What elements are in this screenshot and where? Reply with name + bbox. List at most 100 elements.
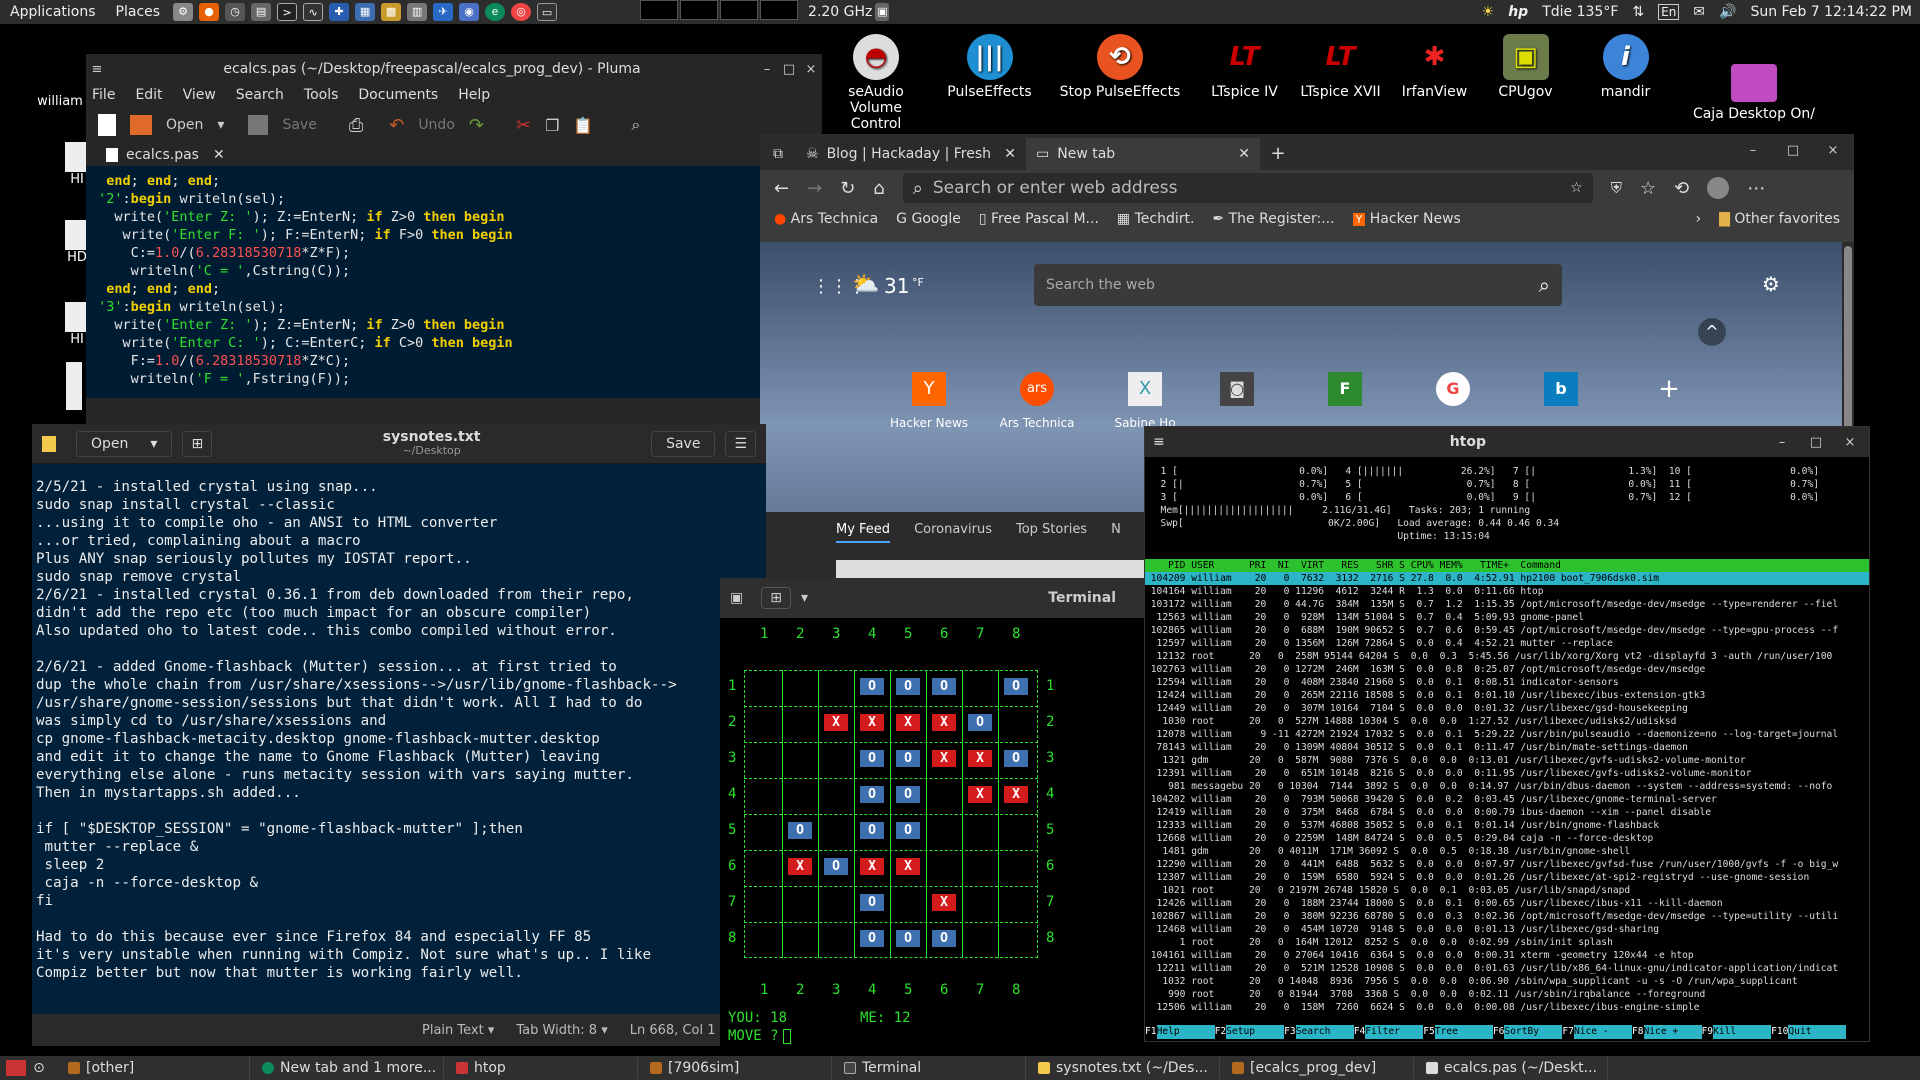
board-piece-x[interactable]: X bbox=[932, 714, 956, 731]
display-launcher-icon[interactable]: ▦ bbox=[355, 3, 376, 21]
board-piece-o[interactable]: O bbox=[788, 822, 812, 839]
window-menu-icon[interactable]: ≡ bbox=[1153, 434, 1165, 450]
clock[interactable]: Sun Feb 7 12:14:22 PM bbox=[1750, 4, 1912, 20]
open-button[interactable]: Open ▾ bbox=[76, 430, 173, 457]
board-piece-o[interactable]: O bbox=[860, 822, 884, 839]
undo-button[interactable]: Undo bbox=[418, 117, 455, 133]
history-icon[interactable]: ⟲ bbox=[1674, 178, 1689, 199]
desktop-icon-volume-control[interactable]: ◓ seAudio Volume Control bbox=[824, 34, 928, 132]
volume-icon[interactable]: 🔊 bbox=[1719, 4, 1736, 20]
desktop-icon-ltspice-xvii[interactable]: LT LTspice XVII bbox=[1288, 34, 1393, 100]
fav-techdirt[interactable]: ▦ Techdirt. bbox=[1117, 211, 1195, 227]
open-folder-icon[interactable] bbox=[130, 115, 152, 135]
favorites-icon[interactable]: ☆ bbox=[1640, 178, 1656, 199]
menu-search[interactable]: Search bbox=[236, 87, 284, 103]
board-piece-o[interactable]: O bbox=[860, 678, 884, 695]
task-edge[interactable]: New tab and 1 more... bbox=[252, 1057, 444, 1079]
menu-tools[interactable]: Tools bbox=[304, 87, 339, 103]
desktop-icon-home[interactable]: william bbox=[30, 94, 90, 109]
fkey-action[interactable]: Quit bbox=[1788, 1025, 1847, 1039]
shield-icon[interactable]: ⛨ bbox=[1611, 179, 1622, 197]
close-button[interactable]: × bbox=[800, 62, 822, 77]
board-piece-x[interactable]: X bbox=[1004, 786, 1028, 803]
maximize-button[interactable]: □ bbox=[1805, 435, 1827, 450]
language-selector[interactable]: Plain Text ▾ bbox=[422, 1023, 494, 1038]
save-button[interactable]: Save bbox=[651, 430, 716, 457]
board-piece-x[interactable]: X bbox=[896, 714, 920, 731]
network-launcher-icon[interactable]: ✚ bbox=[329, 3, 350, 21]
desktop-icon-pulseeffects[interactable]: ||| PulseEffects bbox=[937, 34, 1042, 100]
screen-launcher-icon[interactable]: ▭ bbox=[537, 3, 558, 21]
fav-ars-technica[interactable]: ● Ars Technica bbox=[774, 211, 878, 227]
fkey-action[interactable]: Help bbox=[1156, 1025, 1215, 1039]
task-ecalcs-folder[interactable]: [ecalcs_prog_dev] bbox=[1222, 1057, 1414, 1079]
tab-actions-icon[interactable]: ⧉ bbox=[760, 146, 796, 170]
settings-launcher-icon[interactable]: ⚙ bbox=[173, 3, 194, 21]
board-piece-o[interactable]: O bbox=[860, 894, 884, 911]
board-piece-o[interactable]: O bbox=[1004, 750, 1028, 767]
fav-google[interactable]: G Google bbox=[896, 211, 961, 227]
fkey-action[interactable]: Filter bbox=[1365, 1025, 1424, 1039]
fkey-action[interactable]: Search bbox=[1295, 1025, 1354, 1039]
open-button[interactable]: Open bbox=[166, 117, 203, 133]
temp-readout[interactable]: Tdie 135°F bbox=[1542, 4, 1618, 20]
board-piece-o[interactable]: O bbox=[932, 678, 956, 695]
chevron-down-icon[interactable]: ▾ bbox=[217, 117, 224, 133]
tile-sabine[interactable]: X Sabine Ho bbox=[1104, 372, 1186, 430]
network-arrows-icon[interactable]: ⇅ bbox=[1632, 4, 1644, 20]
paste-icon[interactable]: 📋 bbox=[573, 116, 593, 135]
menu-help[interactable]: Help bbox=[458, 87, 490, 103]
back-icon[interactable]: ← bbox=[774, 178, 789, 199]
applications-menu[interactable]: Applications bbox=[0, 4, 106, 20]
save-button[interactable]: Save bbox=[282, 117, 316, 133]
weather-cloud-icon[interactable]: ⛅ bbox=[852, 272, 879, 297]
add-tile-button[interactable]: + bbox=[1652, 372, 1686, 406]
tile-camera-icon[interactable]: ◙ bbox=[1220, 372, 1254, 406]
collapse-button[interactable]: ^ bbox=[1698, 318, 1726, 346]
add-favorite-icon[interactable]: ☆ bbox=[1570, 180, 1583, 196]
tab-close-icon[interactable]: ✕ bbox=[1238, 146, 1250, 162]
fkey-action[interactable]: Tree bbox=[1434, 1025, 1493, 1039]
fkey-action[interactable]: Nice - bbox=[1573, 1025, 1632, 1039]
board-piece-o[interactable]: O bbox=[968, 714, 992, 731]
address-bar[interactable]: ⌕ Search or enter web address ☆ bbox=[902, 173, 1593, 203]
tile-bing-icon[interactable]: b bbox=[1544, 372, 1578, 406]
fkey-action[interactable]: SortBy bbox=[1504, 1025, 1563, 1039]
new-tab-icon[interactable]: ⊞ bbox=[182, 430, 213, 457]
profile-avatar[interactable] bbox=[1707, 177, 1730, 199]
board-piece-o[interactable]: O bbox=[860, 930, 884, 947]
minimize-button[interactable]: – bbox=[1742, 143, 1764, 170]
minimize-button[interactable]: – bbox=[756, 62, 778, 77]
htop-selected-row[interactable]: 104209 william 20 0 7632 3132 2716 S 27.… bbox=[1145, 572, 1869, 585]
htop-process-list[interactable]: 104164 william 20 0 11296 4612 3244 R 1.… bbox=[1145, 585, 1869, 1025]
pluma-tab[interactable]: ecalcs.pas ✕ bbox=[86, 144, 822, 166]
edge-launcher-icon[interactable]: e bbox=[485, 3, 506, 21]
menu-view[interactable]: View bbox=[183, 87, 216, 103]
window-menu-icon[interactable]: ≡ bbox=[86, 62, 108, 77]
tab-more[interactable]: N bbox=[1111, 522, 1121, 543]
move-prompt[interactable]: MOVE ? bbox=[728, 1028, 791, 1044]
jet-launcher-icon[interactable]: ✈ bbox=[433, 3, 454, 21]
undo-icon[interactable]: ↶ bbox=[389, 115, 404, 136]
close-button[interactable]: × bbox=[1839, 435, 1861, 450]
calculator-launcher-icon[interactable]: ▥ bbox=[407, 3, 428, 21]
home-icon[interactable]: ⌂ bbox=[873, 178, 884, 199]
htop-titlebar[interactable]: ≡ htop – □ × bbox=[1145, 427, 1869, 457]
board-piece-x[interactable]: X bbox=[932, 750, 956, 767]
terminal-headerbar[interactable]: ▣ ⊞ ▾ Terminal bbox=[720, 578, 1146, 618]
desktop-icon-mandir[interactable]: i mandir bbox=[1573, 34, 1678, 100]
menu-file[interactable]: File bbox=[92, 87, 115, 103]
hp-icon[interactable]: hp bbox=[1508, 4, 1528, 20]
archive-launcher-icon[interactable]: ▩ bbox=[381, 3, 402, 21]
cut-icon[interactable]: ✂ bbox=[516, 115, 531, 136]
new-tab-button[interactable]: + bbox=[1260, 143, 1296, 170]
board-piece-x[interactable]: X bbox=[932, 894, 956, 911]
board-piece-x[interactable]: X bbox=[824, 714, 848, 731]
firefox-launcher-icon[interactable]: ● bbox=[199, 3, 220, 21]
disk-launcher-icon[interactable]: ◉ bbox=[459, 3, 480, 21]
pluma-editor[interactable]: end; end; end; '2':begin writeln(sel); w… bbox=[86, 166, 822, 398]
tab-my-feed[interactable]: My Feed bbox=[836, 522, 891, 543]
print-icon[interactable]: ⎙ bbox=[349, 115, 363, 136]
board-piece-x[interactable]: X bbox=[968, 786, 992, 803]
maximize-button[interactable]: □ bbox=[778, 62, 800, 77]
